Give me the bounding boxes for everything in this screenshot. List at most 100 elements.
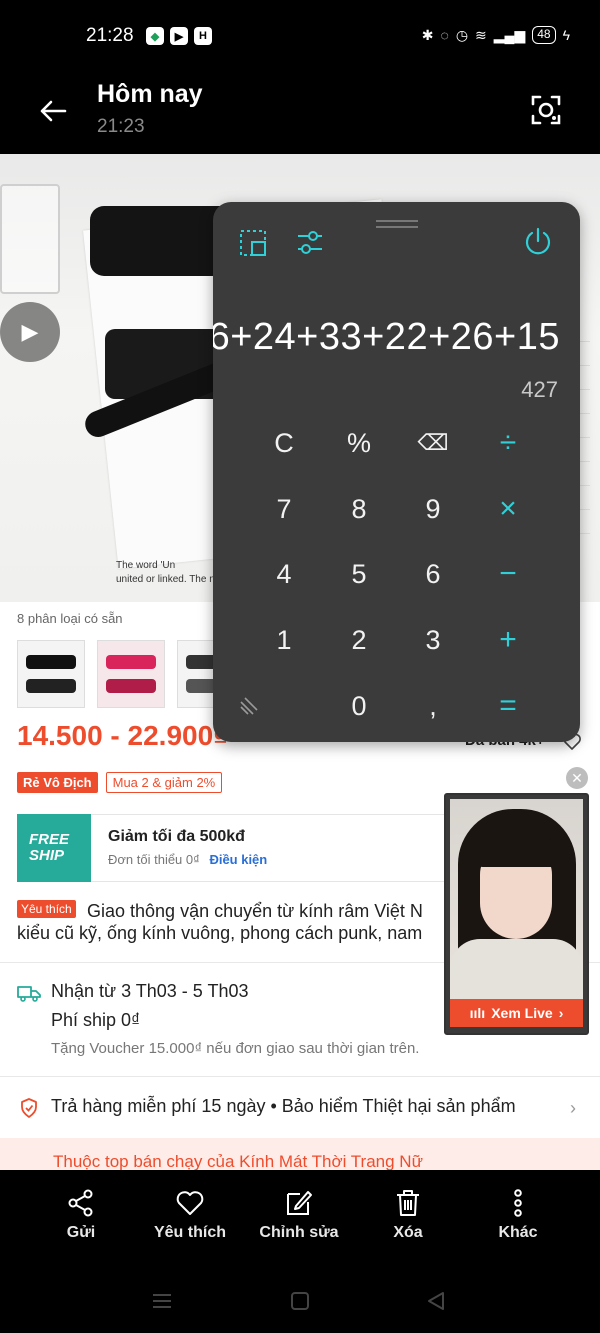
digit-1-key[interactable]: 1 <box>254 615 314 665</box>
percent-key[interactable]: % <box>329 418 389 468</box>
h-app-icon: H <box>194 27 212 45</box>
battery-icon: 48 <box>532 26 556 44</box>
floating-calculator[interactable]: 6+24+33+22+26+15 427 C % ⌫ ÷ 7 8 9 × 4 5… <box>213 202 580 742</box>
favorite-button[interactable]: Yêu thích <box>140 1188 240 1242</box>
decimal-key[interactable]: , <box>403 681 463 731</box>
product-title-line: Giao thông vận chuyển từ kính râm Việt N <box>87 901 423 921</box>
delete-button[interactable]: Xóa <box>358 1188 458 1242</box>
variant-thumbnail[interactable] <box>97 640 165 708</box>
shield-check-icon <box>21 1098 37 1118</box>
signal-icon: ▂▄▆ <box>493 26 526 43</box>
system-navigation-bar <box>0 1266 600 1333</box>
clear-key[interactable]: C <box>254 418 314 468</box>
alarm-icon: ◷ <box>455 26 469 43</box>
lens-scan-icon[interactable] <box>530 94 562 126</box>
return-guarantee[interactable]: Trả hàng miễn phí 15 ngày • Bảo hiểm Thi… <box>51 1096 516 1117</box>
shield-app-icon: ◆ <box>146 27 164 45</box>
resize-corner-icon[interactable] <box>239 696 259 716</box>
resize-window-icon[interactable] <box>238 228 268 258</box>
heart-icon <box>176 1191 204 1215</box>
more-button[interactable]: Khác <box>468 1188 568 1242</box>
price-range: 14.500 - 22.900₫ <box>17 720 228 751</box>
trash-icon <box>397 1190 419 1216</box>
favorite-shop-tag: Yêu thích <box>17 900 76 918</box>
chevron-right-icon: › <box>558 1005 564 1021</box>
voucher-minimum: Đơn tối thiểu 0₫ <box>108 852 200 867</box>
delivery-truck-icon <box>17 986 41 1002</box>
chevron-right-icon: › <box>570 1098 576 1118</box>
watch-live-label: Xem Live <box>491 1005 553 1021</box>
divide-key[interactable]: ÷ <box>478 418 538 468</box>
recent-apps-icon[interactable] <box>151 1292 173 1310</box>
back-icon[interactable] <box>426 1292 446 1310</box>
cheapest-badge: Rẻ Vô Địch <box>17 772 98 793</box>
system-icons: ✱ ◌ ◷ ≋ ▂▄▆ 48 ϟ <box>422 26 570 44</box>
digit-3-key[interactable]: 3 <box>403 615 463 665</box>
status-time: 21:28 <box>86 25 134 46</box>
photo-caption-line: The word 'Un <box>116 560 176 571</box>
sunglasses-image <box>106 655 156 669</box>
streamer-sweater <box>450 939 583 1004</box>
wifi-icon: ≋ <box>475 26 487 43</box>
sunglasses-image <box>26 679 76 693</box>
digit-2-key[interactable]: 2 <box>329 615 389 665</box>
share-button[interactable]: Gửi <box>31 1188 131 1242</box>
variant-thumbnail[interactable] <box>17 640 85 708</box>
home-icon[interactable] <box>290 1292 310 1310</box>
variant-thumbnails <box>17 640 245 708</box>
delete-label: Xóa <box>393 1224 423 1241</box>
favorite-label: Yêu thích <box>153 1224 226 1241</box>
more-label: Khác <box>498 1224 538 1241</box>
bundle-discount-badge[interactable]: Mua 2 & giảm 2% <box>105 772 223 793</box>
backspace-key[interactable]: ⌫ <box>403 418 463 468</box>
perfume-bottle <box>0 184 60 294</box>
voucher-subtitle: Đơn tối thiểu 0₫ Điều kiện <box>108 852 267 867</box>
calc-expression: 6+24+33+22+26+15 <box>213 316 560 358</box>
digit-0-key[interactable]: 0 <box>329 681 389 731</box>
digit-8-key[interactable]: 8 <box>329 484 389 534</box>
calc-result: 427 <box>521 377 558 402</box>
digit-9-key[interactable]: 9 <box>403 484 463 534</box>
late-delivery-voucher: Tặng Voucher 15.000₫ nếu đơn giao sau th… <box>51 1040 420 1057</box>
more-vertical-icon <box>514 1189 522 1217</box>
minus-key[interactable]: − <box>478 549 538 599</box>
back-arrow-icon[interactable] <box>38 96 68 126</box>
drag-handle[interactable] <box>376 220 418 228</box>
digit-4-key[interactable]: 4 <box>254 549 314 599</box>
freeship-line: FREE <box>29 831 70 848</box>
product-title-line: kiểu cũ kỹ, ống kính vuông, phong cách p… <box>17 923 423 943</box>
freeship-badge: FREE SHIP <box>17 814 91 882</box>
plus-key[interactable]: + <box>478 615 538 665</box>
digit-7-key[interactable]: 7 <box>254 484 314 534</box>
video-app-icon: ▶ <box>170 27 188 45</box>
power-icon[interactable] <box>523 226 553 256</box>
edit-button[interactable]: Chỉnh sửa <box>249 1188 349 1242</box>
divider <box>0 1076 600 1077</box>
play-video-icon[interactable]: ▶ <box>0 302 60 362</box>
share-label: Gửi <box>66 1224 96 1241</box>
voucher-conditions-link[interactable]: Điều kiện <box>209 852 267 867</box>
header-subtitle: 21:23 <box>97 116 145 137</box>
charging-icon: ϟ <box>562 27 570 43</box>
freeship-line: SHIP <box>29 847 65 864</box>
live-wave-icon: ıılı <box>469 1005 486 1021</box>
equals-key[interactable]: = <box>478 681 538 731</box>
close-live-icon[interactable]: ✕ <box>566 767 588 789</box>
settings-sliders-icon[interactable] <box>295 228 325 258</box>
screen: 21:28 ◆ ▶ H ✱ ◌ ◷ ≋ ▂▄▆ 48 ϟ Hôm nay 21:… <box>0 0 600 1333</box>
status-bar: 21:28 ◆ ▶ H ✱ ◌ ◷ ≋ ▂▄▆ 48 ϟ <box>0 0 600 72</box>
gallery-header: Hôm nay 21:23 <box>0 72 600 154</box>
digit-5-key[interactable]: 5 <box>329 549 389 599</box>
multiply-key[interactable]: × <box>478 484 538 534</box>
edit-icon <box>287 1191 312 1215</box>
notification-icons: ◆ ▶ H <box>146 27 212 45</box>
photo-caption-line: united or linked. The n <box>116 574 215 585</box>
live-stream-window[interactable]: ıılı Xem Live › <box>444 793 589 1035</box>
delivery-dates: Nhận từ 3 Th03 - 5 Th03 <box>51 981 249 1001</box>
live-stream-preview <box>450 799 583 1004</box>
watch-live-button[interactable]: ıılı Xem Live › <box>450 999 583 1027</box>
share-icon <box>68 1189 93 1217</box>
digit-6-key[interactable]: 6 <box>403 549 463 599</box>
photo-caption: The word 'Un united or linked. The n <box>116 559 215 587</box>
shipping-fee: Phí ship 0₫ <box>51 1010 141 1030</box>
